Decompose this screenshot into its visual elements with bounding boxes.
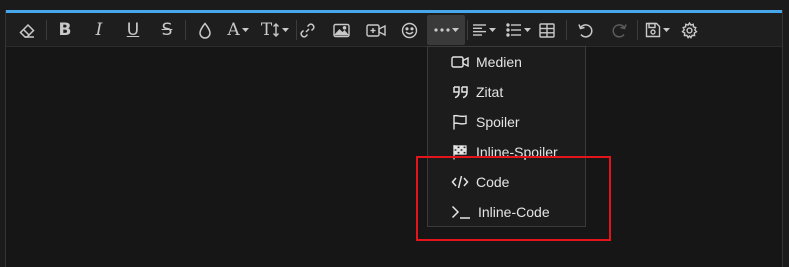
flag-icon <box>450 112 470 132</box>
code-icon <box>450 172 470 192</box>
font-size-button[interactable]: T <box>258 15 292 45</box>
menu-item-inline-spoiler[interactable]: Inline-Spoiler <box>428 137 585 167</box>
italic-button[interactable]: I <box>86 15 112 45</box>
align-left-icon <box>472 23 487 37</box>
chevron-down-icon <box>662 27 670 33</box>
italic-icon: I <box>95 19 103 40</box>
rich-text-editor: B I U S A T <box>5 10 783 267</box>
table-icon <box>539 22 555 38</box>
menu-item-label: Inline-Spoiler <box>476 144 558 160</box>
undo-button[interactable] <box>572 15 598 45</box>
ellipsis-icon <box>433 28 450 32</box>
terminal-icon <box>450 202 472 222</box>
menu-item-inline-code[interactable]: Inline-Code <box>428 197 585 226</box>
strikethrough-icon: S <box>161 19 173 40</box>
gear-icon <box>680 21 698 39</box>
editor-toolbar: B I U S A T <box>6 13 782 47</box>
menu-item-label: Spoiler <box>476 114 520 130</box>
underline-button[interactable]: U <box>120 15 146 45</box>
chevron-down-icon <box>451 27 459 33</box>
image-icon <box>332 23 350 38</box>
smile-icon <box>401 22 418 39</box>
video-plus-icon <box>366 23 386 38</box>
settings-button[interactable] <box>676 15 702 45</box>
toolbar-separator <box>566 20 567 40</box>
bold-button[interactable]: B <box>52 15 78 45</box>
arrows-updown-icon <box>272 23 280 37</box>
bold-icon: B <box>58 19 72 40</box>
list-icon <box>505 23 522 37</box>
checkered-flag-icon <box>450 142 470 162</box>
undo-icon <box>577 22 594 39</box>
insert-link-button[interactable] <box>294 15 320 45</box>
list-button[interactable] <box>502 15 534 45</box>
insert-media-button[interactable] <box>362 15 390 45</box>
underline-icon: U <box>126 19 140 40</box>
chevron-down-icon <box>523 27 531 33</box>
font-family-button[interactable]: A <box>222 15 254 45</box>
menu-item-zitat[interactable]: Zitat <box>428 77 585 107</box>
toolbar-separator <box>46 20 47 40</box>
editor-content-area[interactable] <box>6 47 782 267</box>
text-size-icon: T <box>260 19 273 40</box>
eraser-icon <box>18 22 36 39</box>
screen: B I U S A T Medien Zitat Spoiler Inline-… <box>0 0 789 267</box>
insert-dropdown-menu: Medien Zitat Spoiler Inline-Spoiler Code… <box>427 46 586 227</box>
insert-image-button[interactable] <box>328 15 354 45</box>
menu-item-label: Medien <box>476 54 522 70</box>
clear-formatting-button[interactable] <box>14 15 40 45</box>
insert-smilie-button[interactable] <box>396 15 422 45</box>
quote-icon <box>450 82 470 102</box>
menu-item-spoiler[interactable]: Spoiler <box>428 107 585 137</box>
menu-item-label: Zitat <box>476 84 504 100</box>
chevron-down-icon <box>489 27 496 33</box>
drafts-button[interactable] <box>641 15 673 45</box>
menu-item-code[interactable]: Code <box>428 167 585 197</box>
save-icon <box>645 22 661 38</box>
link-icon <box>299 22 316 39</box>
chevron-down-icon <box>282 27 290 33</box>
redo-button[interactable] <box>606 15 632 45</box>
text-color-button[interactable] <box>192 15 218 45</box>
strikethrough-button[interactable]: S <box>154 15 180 45</box>
toolbar-separator <box>637 20 638 40</box>
menu-item-medien[interactable]: Medien <box>428 47 585 77</box>
insert-table-button[interactable] <box>534 15 560 45</box>
menu-item-label: Code <box>476 174 510 190</box>
video-icon <box>450 52 470 72</box>
droplet-icon <box>198 21 212 39</box>
toolbar-separator <box>185 20 186 40</box>
font-icon: A <box>227 19 240 40</box>
more-insert-button[interactable] <box>427 15 465 45</box>
chevron-down-icon <box>241 27 249 33</box>
menu-item-label: Inline-Code <box>478 204 550 220</box>
alignment-button[interactable] <box>468 15 500 45</box>
redo-icon <box>611 22 628 39</box>
